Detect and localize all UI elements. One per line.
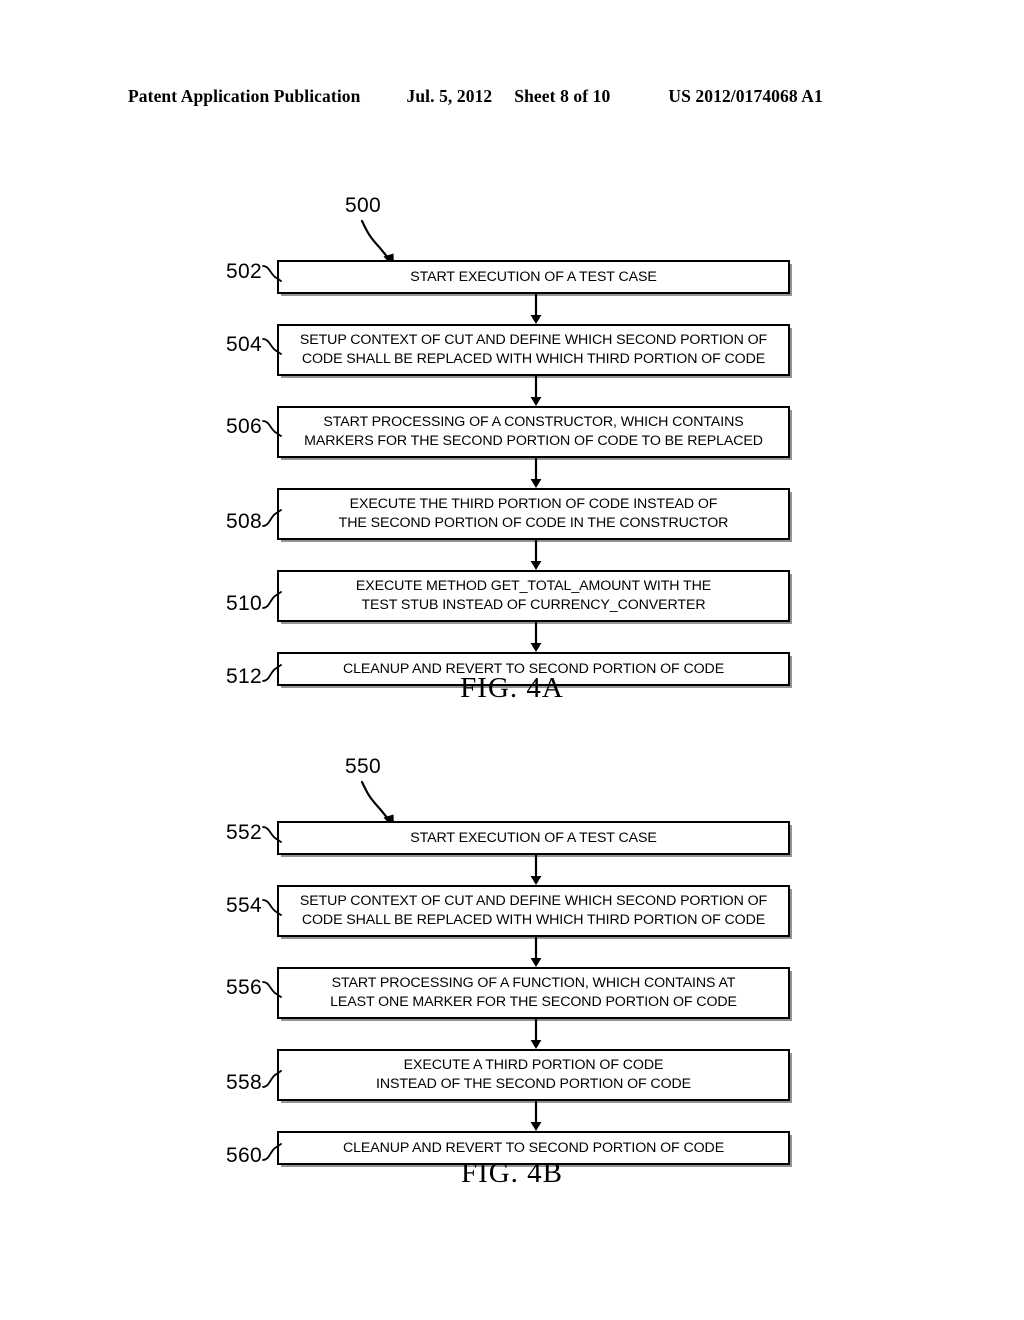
figure-4b-caption: FIG. 4B — [460, 1157, 564, 1189]
flow-step-box-504: SETUP CONTEXT OF CUT AND DEFINE WHICH SE… — [277, 324, 790, 376]
flow-step-box-502: START EXECUTION OF A TEST CASE — [277, 260, 790, 294]
flow-step-text: EXECUTE METHOD GET_TOTAL_AMOUNT WITH THE… — [355, 578, 712, 613]
flow-step-text: SETUP CONTEXT OF CUT AND DEFINE WHICH SE… — [299, 893, 768, 928]
flow-connector-arrow-icon — [527, 622, 545, 652]
flow-step-box-508: EXECUTE THE THIRD PORTION OF CODE INSTEA… — [277, 488, 790, 540]
flow-step-text: START EXECUTION OF A TEST CASE — [410, 829, 657, 846]
flow-step-box-556: START PROCESSING OF A FUNCTION, WHICH CO… — [277, 967, 790, 1019]
flow-step-numeral-554: 554 — [226, 894, 262, 917]
page-header: Patent Application Publication Jul. 5, 2… — [128, 86, 896, 110]
flow-step-numeral-502: 502 — [226, 260, 262, 283]
flow-step-numeral-506: 506 — [226, 415, 262, 438]
flow-connector-arrow-icon — [527, 1101, 545, 1131]
flow-step-text: START PROCESSING OF A FUNCTION, WHICH CO… — [330, 975, 737, 1010]
flow-connector-arrow-icon — [527, 458, 545, 488]
flow-step-text: START PROCESSING OF A CONSTRUCTOR, WHICH… — [304, 414, 763, 449]
flow-connector-arrow-icon — [527, 294, 545, 324]
header-patent-number: US 2012/0174068 A1 — [668, 86, 823, 106]
flow-step-box-558: EXECUTE A THIRD PORTION OF CODE INSTEAD … — [277, 1049, 790, 1101]
flow-connector-arrow-icon — [527, 540, 545, 570]
flow-connector-arrow-icon — [527, 376, 545, 406]
flow-step-numeral-558: 558 — [226, 1071, 262, 1094]
flow-connector-arrow-icon — [527, 855, 545, 885]
figure-4b: 550 START EXECUTION OF A TEST CASE 552 SETU… — [0, 748, 1024, 1213]
flow-step-box-552: START EXECUTION OF A TEST CASE — [277, 821, 790, 855]
flow-step-numeral-556: 556 — [226, 976, 262, 999]
header-sheet-number: Sheet 8 of 10 — [514, 86, 611, 106]
flow-connector-arrow-icon — [527, 937, 545, 967]
flow-connector-arrow-icon — [527, 1019, 545, 1049]
figure-reference-numeral: 500 — [345, 194, 381, 217]
flow-step-box-506: START PROCESSING OF A CONSTRUCTOR, WHICH… — [277, 406, 790, 458]
flow-step-numeral-552: 552 — [226, 821, 262, 844]
flow-step-numeral-504: 504 — [226, 333, 262, 356]
flow-step-text: CLEANUP AND REVERT TO SECOND PORTION OF … — [342, 1139, 725, 1156]
flow-step-text: EXECUTE A THIRD PORTION OF CODE INSTEAD … — [375, 1057, 692, 1092]
flow-step-numeral-508: 508 — [226, 510, 262, 533]
flow-step-box-510: EXECUTE METHOD GET_TOTAL_AMOUNT WITH THE… — [277, 570, 790, 622]
header-publication-date: Jul. 5, 2012 — [406, 86, 493, 106]
figure-4a-caption: FIG. 4A — [460, 672, 564, 704]
figure-reference-numeral: 550 — [345, 755, 381, 778]
figure-4a: 500 START EXECUTION OF A TEST CASE 502 SETU… — [0, 185, 1024, 715]
flow-step-text: EXECUTE THE THIRD PORTION OF CODE INSTEA… — [338, 496, 729, 531]
flow-step-text: START EXECUTION OF A TEST CASE — [410, 268, 657, 285]
header-publication-title: Patent Application Publication — [128, 86, 361, 106]
flow-step-box-554: SETUP CONTEXT OF CUT AND DEFINE WHICH SE… — [277, 885, 790, 937]
flow-step-numeral-510: 510 — [226, 592, 262, 615]
flow-step-text: SETUP CONTEXT OF CUT AND DEFINE WHICH SE… — [299, 332, 768, 367]
